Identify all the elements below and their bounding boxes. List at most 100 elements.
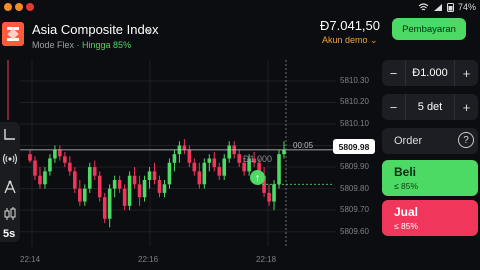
y-tick-label: 5810.30 [340, 75, 369, 85]
buy-label: Beli [394, 165, 417, 179]
timeframe-selector[interactable]: 5s [3, 228, 15, 240]
candle-body [217, 167, 222, 176]
candle-body [87, 167, 92, 189]
mode-separator: · [74, 40, 83, 50]
app-logo[interactable] [2, 22, 24, 46]
candle-body [272, 184, 276, 202]
candle-body [28, 154, 32, 161]
battery-percent: 74% [457, 2, 476, 12]
y-tick-label: 5809.90 [340, 162, 369, 172]
duration-value[interactable]: 5 det [406, 94, 454, 120]
drawing-icon[interactable] [2, 179, 18, 195]
y-tick-label: 5809.70 [340, 205, 369, 215]
candle-body [58, 149, 62, 157]
candle-body [107, 188, 112, 219]
candle-body [48, 158, 52, 172]
payout-label: Hingga 85% [82, 40, 132, 50]
candle-body [117, 180, 122, 189]
candle-body [97, 175, 102, 198]
candle-body [122, 188, 127, 206]
system-indicators: 74% [418, 2, 476, 12]
candle-body [157, 180, 162, 193]
red-circle-icon [26, 3, 34, 11]
candle-timer: 00:05 [293, 141, 314, 150]
y-tick-label: 5809.60 [340, 226, 369, 236]
candle-body [82, 188, 87, 202]
chevron-down-icon[interactable]: ⌄ [145, 23, 154, 36]
price-chart[interactable] [0, 60, 380, 270]
chevron-down-icon: ⌄ [370, 35, 378, 45]
candles-icon[interactable] [2, 206, 18, 222]
account-type-dropdown[interactable]: Akun demo ⌄ [322, 35, 378, 46]
candle-body [92, 167, 97, 176]
candle-body [33, 160, 37, 176]
candle-body [192, 162, 197, 172]
buy-button[interactable]: Beli ≤ 85% [382, 160, 478, 196]
candle-body [132, 175, 137, 185]
x-tick-label: 22:16 [138, 255, 159, 264]
candle-body [187, 149, 192, 163]
candle-body [142, 180, 147, 198]
mode-info: Mode Flex · Hingga 85% [32, 40, 131, 50]
arrow-up-icon[interactable]: ↑ [250, 170, 265, 185]
sell-label: Jual [394, 205, 419, 219]
duration-field: − 5 det + [382, 94, 478, 120]
account-type-label: Akun demo [322, 35, 368, 45]
candle-body [102, 197, 107, 219]
y-tick-label: 5810.20 [340, 97, 369, 107]
candle-body [222, 158, 227, 176]
indicators-icon[interactable] [2, 126, 18, 142]
candle-body [197, 171, 202, 185]
open-trade-amount: Đ1.000 [243, 154, 273, 164]
order-label: Order [394, 135, 423, 147]
candle-body [282, 149, 286, 155]
signal-icon [433, 3, 442, 11]
orange-circle-icon [15, 3, 23, 11]
candle-body [267, 192, 271, 202]
sell-button[interactable]: Jual ≤ 85% [382, 200, 478, 236]
duration-decrease-button[interactable]: − [382, 94, 406, 120]
candle-body [147, 171, 152, 180]
candle-body [212, 158, 217, 168]
duration-increase-button[interactable]: + [454, 94, 478, 120]
candle-body [53, 149, 57, 159]
amount-increase-button[interactable]: + [454, 60, 478, 86]
amount-value[interactable]: Đ1.000 [406, 60, 454, 86]
wifi-icon [418, 2, 429, 10]
candle-body [63, 156, 67, 163]
notification-icons [4, 3, 34, 11]
current-price-tag: 5809.98 [333, 139, 375, 154]
candle-body [73, 171, 77, 189]
candle-body [112, 180, 117, 189]
candle-body [162, 184, 167, 193]
amount-field: − Đ1.000 + [382, 60, 478, 86]
asset-title[interactable]: Asia Composite Index [32, 22, 158, 37]
candle-body [172, 154, 177, 163]
y-tick-label: 5810.10 [340, 119, 369, 128]
candle-body [38, 175, 42, 185]
battery-icon [446, 3, 454, 12]
candle-body [127, 175, 132, 206]
candle-body [227, 145, 232, 159]
account-balance: Đ7.041,50 [320, 18, 380, 33]
candle-body [78, 188, 82, 202]
status-bar: 74% [0, 0, 480, 16]
candle-body [182, 145, 187, 150]
candle-body [68, 162, 72, 172]
candle-body [242, 162, 246, 172]
help-icon[interactable]: ? [458, 132, 474, 148]
payment-button[interactable]: Pembayaran [392, 18, 466, 40]
candle-body [137, 184, 142, 198]
buy-payout: ≤ 85% [394, 181, 419, 191]
candle-body [152, 171, 157, 180]
x-tick-label: 22:14 [20, 255, 41, 264]
candle-body [202, 162, 207, 185]
orange-circle-icon [4, 3, 12, 11]
mode-label: Mode Flex [32, 40, 75, 50]
y-tick-label: 5809.80 [340, 183, 369, 193]
order-button[interactable]: Order ? [382, 128, 478, 154]
amount-decrease-button[interactable]: − [382, 60, 406, 86]
candle-body [167, 162, 172, 185]
candle-body [43, 171, 47, 185]
signals-icon[interactable] [2, 151, 18, 167]
